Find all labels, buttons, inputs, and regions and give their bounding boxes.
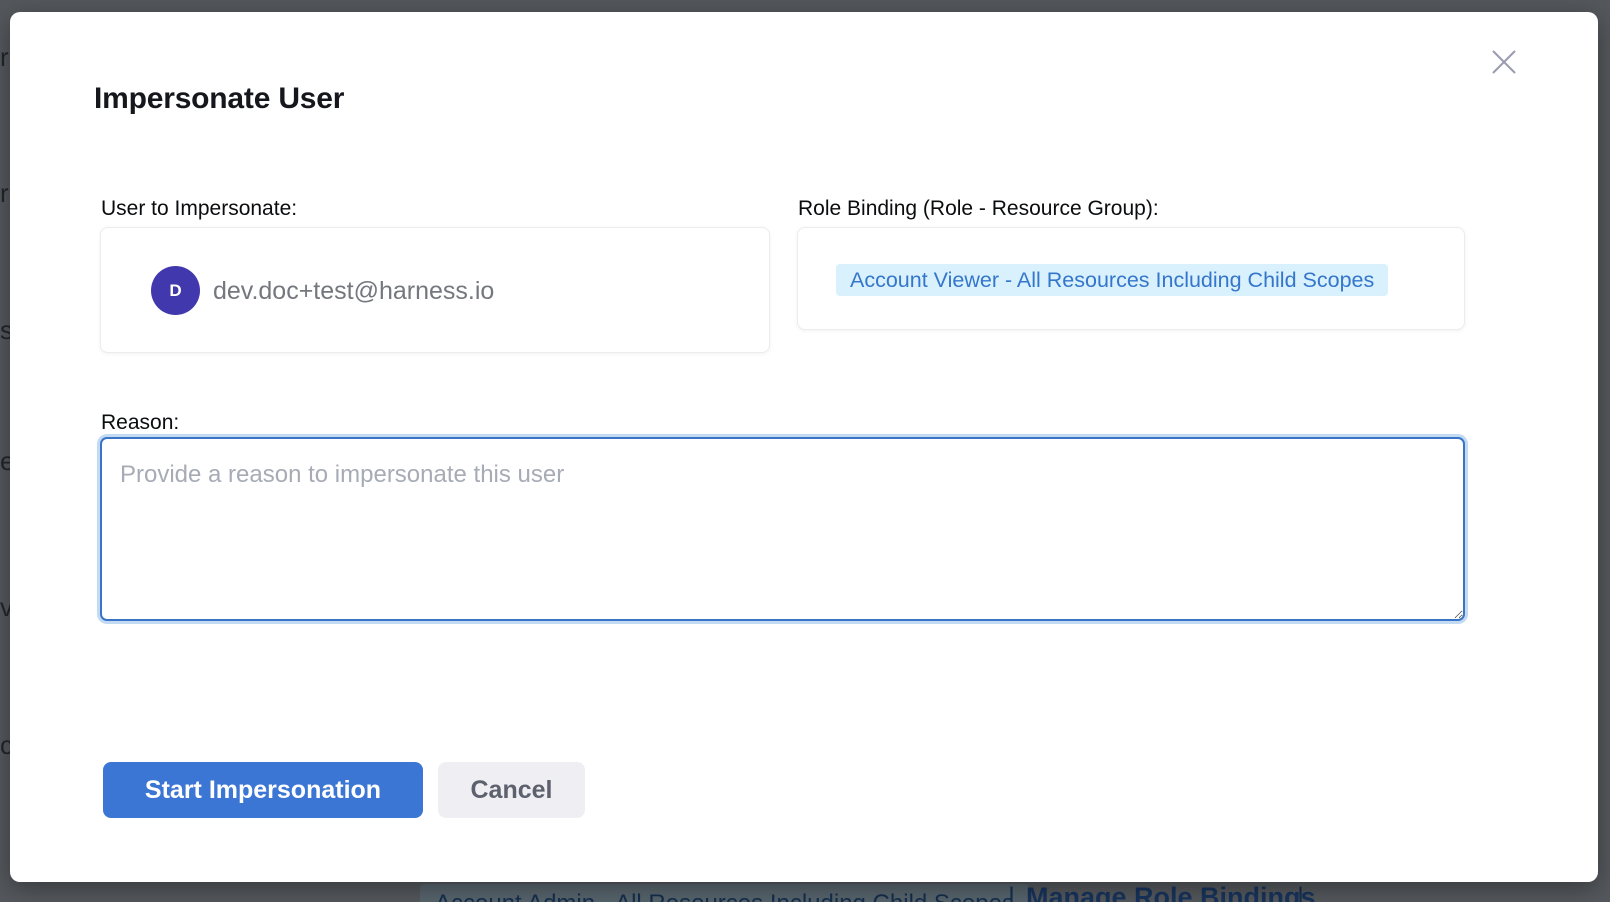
reason-label: Reason: — [101, 411, 179, 435]
cancel-button[interactable]: Cancel — [438, 762, 585, 818]
background-text-fragment: r — [0, 42, 10, 73]
user-card: D dev.doc+test@harness.io — [100, 227, 770, 353]
manage-role-bindings-link: Manage Role Bindings — [1026, 882, 1316, 902]
background-text-fragment: r — [0, 178, 10, 209]
role-binding-tag: Account Viewer - All Resources Including… — [836, 264, 1388, 296]
background-text-fragment: ve — [0, 592, 10, 623]
user-to-impersonate-label: User to Impersonate: — [101, 197, 297, 221]
separator: | — [1008, 882, 1015, 902]
background-text-fragment: ev — [0, 446, 10, 477]
close-button[interactable] — [1487, 45, 1521, 79]
separator: | — [1297, 882, 1304, 902]
reason-input[interactable] — [100, 437, 1465, 621]
background-text-fragment: s — [0, 315, 10, 346]
background-text-fragment: ct — [0, 730, 10, 761]
start-impersonation-button[interactable]: Start Impersonation — [103, 762, 423, 818]
background-role-binding-tag: Account Admin - All Resources Including … — [420, 884, 1029, 902]
user-email: dev.doc+test@harness.io — [213, 228, 494, 354]
avatar: D — [151, 266, 200, 315]
background-bottom-row: Account Admin - All Resources Including … — [0, 882, 1610, 902]
role-binding-card: Account Viewer - All Resources Including… — [797, 227, 1465, 330]
close-icon — [1489, 47, 1519, 77]
impersonate-user-dialog: Impersonate User User to Impersonate: D … — [10, 12, 1598, 882]
dialog-title: Impersonate User — [94, 82, 344, 116]
role-binding-label: Role Binding (Role - Resource Group): — [798, 197, 1159, 221]
